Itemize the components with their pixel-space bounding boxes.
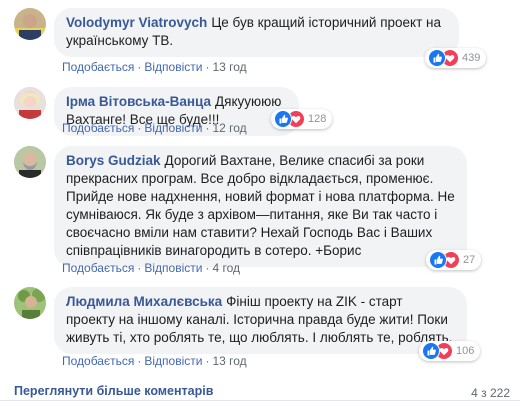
reply-link[interactable]: Відповісти <box>144 60 202 74</box>
like-link[interactable]: Подобається <box>62 354 134 368</box>
reply-link[interactable]: Відповісти <box>144 354 202 368</box>
like-link[interactable]: Подобається <box>62 261 134 275</box>
reactions-badge[interactable]: 27 <box>426 250 482 270</box>
separator: · <box>137 121 142 135</box>
reactions-badge[interactable]: 128 <box>271 109 333 129</box>
comment-time[interactable]: 4 год <box>212 261 240 275</box>
like-icon <box>274 110 292 128</box>
comment-time[interactable]: 13 год <box>212 354 246 368</box>
like-icon <box>422 342 440 360</box>
comment-actions: Подобається · Відповісти · 13 год <box>62 60 247 74</box>
comment-bubble: Borys Gudziak Дорогий Вахтане, Велике спа… <box>54 146 467 267</box>
reaction-count: 27 <box>463 254 476 266</box>
reaction-count: 106 <box>456 345 475 357</box>
avatar[interactable] <box>14 146 46 178</box>
separator: · <box>205 354 210 368</box>
comment-bubble: Volodymyr Viatrovych Це був кращий істори… <box>54 8 459 57</box>
reply-link[interactable]: Відповісти <box>144 261 202 275</box>
comment-actions: Подобається · Відповісти · 13 год <box>62 354 247 368</box>
comment-time[interactable]: 12 год <box>212 121 246 135</box>
separator: · <box>205 60 210 74</box>
avatar[interactable] <box>14 8 46 40</box>
comment-time[interactable]: 13 год <box>212 60 246 74</box>
avatar-photo <box>14 287 46 319</box>
view-more-comments-link[interactable]: Переглянути більше коментарів <box>14 384 213 398</box>
comment-author[interactable]: Людмила Михалєвська <box>66 294 222 309</box>
like-icon <box>429 251 447 269</box>
separator: · <box>205 121 210 135</box>
reaction-count: 128 <box>308 113 327 125</box>
comment-text: Дорогий Вахтане, Велике спасибі за роки … <box>66 153 455 258</box>
comment-author[interactable]: Ірма Вітовська-Ванца <box>66 94 211 109</box>
comment-pager: 4 з 222 <box>471 386 510 400</box>
reactions-badge[interactable]: 106 <box>419 341 481 361</box>
separator: · <box>137 60 142 74</box>
separator: · <box>137 354 142 368</box>
reaction-count: 439 <box>462 52 481 64</box>
avatar-photo <box>14 87 46 119</box>
comment-bubble: Людмила Михалєвська Фініш проекту на ZIK … <box>54 287 467 354</box>
avatar[interactable] <box>14 287 46 319</box>
like-link[interactable]: Подобається <box>62 60 134 74</box>
comment-actions: Подобається · Відповісти · 12 год <box>62 121 247 135</box>
reply-link[interactable]: Відповісти <box>144 121 202 135</box>
separator: · <box>205 261 210 275</box>
reactions-badge[interactable]: 439 <box>425 48 487 68</box>
separator: · <box>137 261 142 275</box>
divider <box>0 400 520 401</box>
comment-author[interactable]: Borys Gudziak <box>66 153 161 168</box>
comment-actions: Подобається · Відповісти · 4 год <box>62 261 240 275</box>
avatar[interactable] <box>14 87 46 119</box>
avatar-photo <box>14 8 46 40</box>
avatar-photo <box>14 146 46 178</box>
like-link[interactable]: Подобається <box>62 121 134 135</box>
like-icon <box>428 49 446 67</box>
comment-author[interactable]: Volodymyr Viatrovych <box>66 15 207 30</box>
